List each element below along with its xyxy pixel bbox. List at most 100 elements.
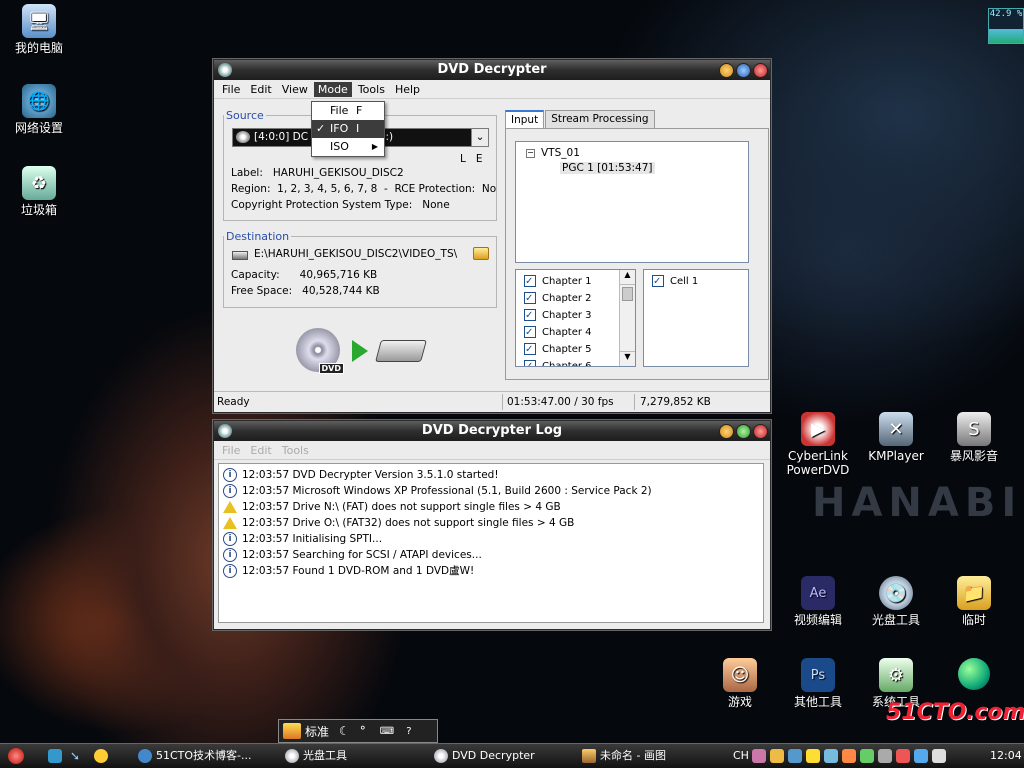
quicklaunch-qq-icon[interactable] — [94, 749, 108, 763]
chapter-label: Chapter 2 — [542, 293, 592, 304]
start-button[interactable] — [8, 748, 24, 764]
chapter-label: Chapter 4 — [542, 327, 592, 338]
tray-app-icon[interactable] — [842, 749, 856, 763]
tray-app-icon[interactable] — [806, 749, 820, 763]
log-entry: 12:03:57 Drive O:\ (FAT32) does not supp… — [223, 515, 763, 531]
checkbox[interactable] — [652, 273, 664, 290]
scroll-up-icon[interactable]: ▲ — [620, 270, 635, 285]
menu-tools[interactable]: Tools — [354, 82, 389, 97]
taskbar: ➘ 51CTO技术博客-... 光盘工具 DVD Decrypter 未命名 -… — [0, 743, 1024, 768]
desktop-icon-label: 临时 — [961, 613, 986, 627]
title-bar[interactable]: DVD Decrypter — [214, 60, 770, 80]
checkbox[interactable] — [524, 358, 536, 366]
maximize-button[interactable] — [736, 63, 751, 78]
desktop-icon-network[interactable]: 🌐 网络设置 — [3, 84, 75, 135]
chapter-scrollbar[interactable]: ▲ ▼ — [619, 270, 635, 366]
ime-moon-icon[interactable]: ☾ — [339, 724, 350, 738]
menu-item-label: File — [330, 104, 349, 117]
dvd-badge: DVD — [318, 363, 344, 374]
chapter-item[interactable]: Chapter 4 — [524, 324, 592, 341]
ime-logo-icon — [283, 723, 301, 739]
menu-file[interactable]: File — [218, 82, 244, 97]
desktop-icon-storm[interactable]: S 暴风影音 — [938, 412, 1010, 463]
taskbar-item-dvd-decrypter[interactable]: DVD Decrypter — [432, 747, 535, 765]
checkbox[interactable] — [524, 290, 536, 307]
tray-app-icon[interactable] — [752, 749, 766, 763]
checkbox[interactable] — [524, 307, 536, 324]
tree-node-pgc[interactable]: PGC 1 [01:53:47] — [560, 162, 655, 174]
quicklaunch-ie-icon[interactable] — [48, 749, 62, 763]
capacity-info: Capacity: 40,965,716 KB — [231, 269, 378, 281]
desktop-icon-powerdvd[interactable]: ▶ CyberLink PowerDVD — [782, 412, 854, 477]
close-button[interactable] — [753, 424, 768, 439]
clock[interactable]: 12:04 — [990, 749, 1022, 762]
quicklaunch-arrow-icon[interactable]: ➘ — [70, 749, 84, 763]
tray-app-icon[interactable] — [860, 749, 874, 763]
taskbar-item-disc-tools[interactable]: 光盘工具 — [283, 747, 347, 765]
tab-input[interactable]: Input — [505, 110, 545, 128]
menu-edit[interactable]: Edit — [246, 82, 275, 97]
ime-punct-icon[interactable]: ° — [360, 724, 366, 738]
mode-menu-ifo[interactable]: ✓ IFO I — [312, 120, 384, 138]
checkbox[interactable] — [524, 341, 536, 358]
close-button[interactable] — [753, 63, 768, 78]
desktop-icon-other-tools[interactable]: Ps 其他工具 — [782, 658, 854, 709]
decrypt-play-button[interactable] — [352, 340, 368, 362]
tray-app-icon[interactable] — [914, 749, 928, 763]
checkbox[interactable] — [524, 273, 536, 290]
chapter-item[interactable]: Chapter 3 — [524, 307, 592, 324]
log-menu-tools[interactable]: Tools — [278, 443, 313, 458]
chevron-down-icon[interactable]: ⌄ — [471, 129, 488, 146]
tray-app-icon[interactable] — [878, 749, 892, 763]
desktop-icon-kmplayer[interactable]: ✕ KMPlayer — [860, 412, 932, 463]
dvd-source-icon: DVD — [296, 328, 344, 374]
log-menu-file[interactable]: File — [218, 443, 244, 458]
tree-node-vts[interactable]: − VTS_01 — [526, 147, 580, 159]
tab-stream-processing[interactable]: Stream Processing — [545, 110, 655, 128]
log-menu-bar: File Edit Tools — [214, 441, 770, 460]
tray-app-icon[interactable] — [788, 749, 802, 763]
desktop-icon-video-edit[interactable]: Ae 视频编辑 — [782, 576, 854, 627]
ime-keyboard-icon[interactable]: ⌨ — [380, 726, 394, 737]
chapter-item[interactable]: Chapter 5 — [524, 341, 592, 358]
tray-app-icon[interactable] — [770, 749, 784, 763]
maximize-button[interactable] — [736, 424, 751, 439]
log-title-bar[interactable]: DVD Decrypter Log — [214, 421, 770, 441]
cell-item[interactable]: Cell 1 — [652, 273, 698, 290]
taskbar-item-paint[interactable]: 未命名 - 画图 — [580, 747, 666, 765]
info-icon: i — [223, 532, 237, 546]
taskbar-item-label: 光盘工具 — [303, 749, 347, 762]
chapter-item[interactable]: Chapter 2 — [524, 290, 592, 307]
info-icon: i — [223, 564, 237, 578]
menu-help[interactable]: Help — [391, 82, 424, 97]
minimize-button[interactable] — [719, 424, 734, 439]
tray-app-icon[interactable] — [824, 749, 838, 763]
tray-app-icon[interactable] — [932, 749, 946, 763]
chapter-item[interactable]: Chapter 1 — [524, 273, 592, 290]
desktop-icon-recycle-bin[interactable]: ♻ 垃圾箱 — [3, 166, 75, 217]
log-menu-edit[interactable]: Edit — [246, 443, 275, 458]
browse-folder-icon[interactable] — [473, 247, 489, 260]
language-indicator[interactable]: CH — [733, 749, 749, 762]
taskbar-item-51cto[interactable]: 51CTO技术博客-... — [136, 747, 252, 765]
checkbox[interactable] — [524, 324, 536, 341]
collapse-icon[interactable]: − — [526, 148, 535, 158]
chapter-item[interactable]: Chapter 6 — [524, 358, 592, 366]
scroll-down-icon[interactable]: ▼ — [620, 351, 635, 366]
menu-view[interactable]: View — [278, 82, 312, 97]
ime-help-icon[interactable]: ? — [406, 726, 411, 737]
desktop-icon-my-computer[interactable]: 🖥 我的电脑 — [3, 4, 75, 55]
desktop-icon-games[interactable]: ☺ 游戏 — [704, 658, 776, 709]
menu-mode[interactable]: Mode — [313, 81, 352, 97]
status-time: 01:53:47.00 / 30 fps — [507, 396, 614, 408]
destination-path[interactable]: E:\HARUHI_GEKISOU_DISC2\VIDEO_TS\ — [254, 248, 457, 260]
desktop-icon-temp[interactable]: 📁 临时 — [938, 576, 1010, 627]
ime-mode[interactable]: 标准 — [305, 723, 329, 740]
scroll-thumb[interactable] — [622, 287, 633, 301]
desktop-icon-disc-tools[interactable]: 💿 光盘工具 — [860, 576, 932, 627]
minimize-button[interactable] — [719, 63, 734, 78]
mode-menu-iso[interactable]: ISO ▶ — [312, 138, 384, 156]
mode-menu-file[interactable]: File F — [312, 102, 384, 120]
tray-app-icon[interactable] — [896, 749, 910, 763]
chapter-label: Chapter 5 — [542, 344, 592, 355]
